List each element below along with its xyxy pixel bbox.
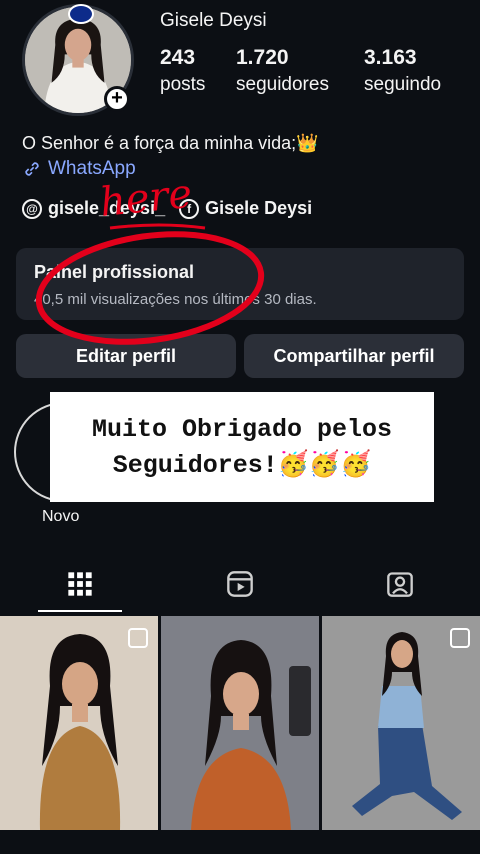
profile-tabs [0, 556, 480, 614]
new-highlight-label: Novo [42, 508, 80, 525]
share-profile-button[interactable]: Compartilhar perfil [244, 334, 464, 378]
active-tab-indicator [38, 610, 122, 612]
tab-posts-grid[interactable] [0, 556, 160, 612]
followers-label: seguidores [236, 74, 329, 95]
stat-followers[interactable]: 1.720 seguidores [236, 46, 329, 96]
post-photo-2 [161, 616, 319, 830]
profile-username: Gisele Deysi [160, 10, 267, 31]
post-photo-3 [322, 616, 480, 830]
evil-eye-charm [68, 4, 94, 24]
following-count: 3.163 [364, 46, 417, 69]
whatsapp-link[interactable]: WhatsApp [22, 158, 136, 180]
panel-title: Painel profissional [34, 262, 195, 282]
tab-tagged[interactable] [320, 556, 480, 612]
profile-avatar[interactable]: + [22, 4, 134, 116]
link-icon [25, 162, 39, 176]
overlay-line-2: Seguidores!🥳🥳🥳 [112, 451, 372, 480]
posts-count: 243 [160, 46, 196, 69]
carousel-icon [450, 628, 470, 648]
add-story-icon[interactable]: + [104, 86, 130, 112]
edit-profile-button[interactable]: Editar perfil [16, 334, 236, 378]
professional-dashboard[interactable]: Painel profissional 40,5 mil visualizaçõ… [16, 248, 464, 320]
reels-icon [227, 571, 253, 597]
threads-handle: gisele_deysi_ [48, 198, 166, 218]
profile-bio: O Senhor é a força da minha vida;👑 [22, 133, 319, 153]
posts-grid [0, 616, 480, 830]
facebook-link[interactable]: f Gisele Deysi [179, 198, 312, 219]
threads-icon: @ [22, 198, 42, 219]
thank-you-overlay: Muito Obrigado pelos Seguidores!🥳🥳🥳 [50, 392, 434, 502]
threads-link[interactable]: @ gisele_deysi_ [22, 198, 165, 219]
grid-icon [68, 572, 92, 596]
tagged-icon [387, 572, 413, 597]
stat-posts[interactable]: 243 posts [160, 46, 205, 96]
post-thumbnail[interactable] [161, 616, 319, 830]
post-thumbnail[interactable] [322, 616, 480, 830]
post-photo-1 [0, 616, 158, 830]
posts-label: posts [160, 74, 206, 95]
following-label: seguindo [364, 74, 442, 95]
followers-count: 1.720 [236, 46, 289, 69]
tab-reels[interactable] [160, 556, 320, 612]
facebook-icon: f [179, 198, 200, 219]
facebook-name: Gisele Deysi [205, 198, 313, 218]
panel-subtitle: 40,5 mil visualizações nos últimos 30 di… [34, 291, 317, 308]
carousel-icon [128, 628, 148, 648]
stat-following[interactable]: 3.163 seguindo [364, 46, 441, 96]
social-links: @ gisele_deysi_ f Gisele Deysi [22, 198, 312, 219]
overlay-line-1: Muito Obrigado pelos [91, 415, 393, 444]
bottom-navigation [0, 832, 480, 854]
link-label: WhatsApp [48, 158, 136, 179]
post-thumbnail[interactable] [0, 616, 158, 830]
